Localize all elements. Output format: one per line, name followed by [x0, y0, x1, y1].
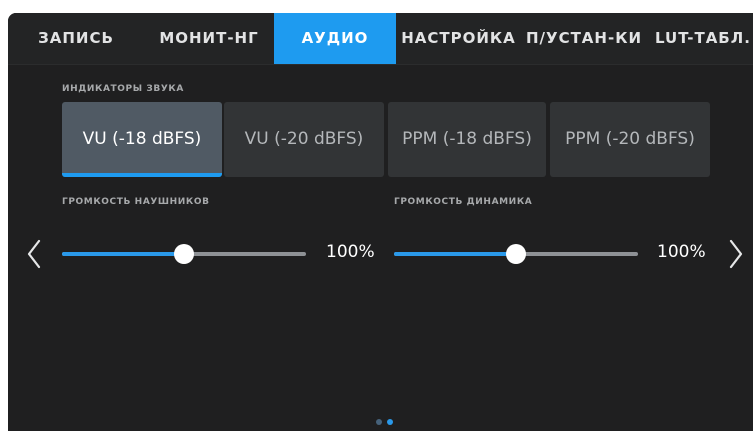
- slider-thumb[interactable]: [174, 244, 194, 264]
- camera-screen: ЗАПИСЬ МОНИТ-НГ АУДИО НАСТРОЙКА П/УСТАН-…: [8, 13, 753, 431]
- tab-audio[interactable]: АУДИО: [274, 13, 396, 64]
- headphone-volume-slider[interactable]: [62, 244, 306, 264]
- slider-fill: [394, 252, 516, 256]
- tab-setup[interactable]: НАСТРОЙКА: [396, 13, 521, 64]
- tab-monitor[interactable]: МОНИТ-НГ: [144, 13, 274, 64]
- selected-indicator: [62, 173, 222, 177]
- page-dot-2-active[interactable]: [387, 419, 393, 425]
- meter-option-label: PPM (-18 dBFS): [402, 129, 532, 149]
- slider-thumb[interactable]: [506, 244, 526, 264]
- meter-option-label: VU (-18 dBFS): [82, 129, 202, 149]
- speaker-volume-label: ГРОМКОСТЬ ДИНАМИКА: [394, 197, 533, 207]
- meter-option-vu-18[interactable]: VU (-18 dBFS): [62, 102, 222, 177]
- speaker-volume-slider[interactable]: [394, 244, 638, 264]
- tab-presets[interactable]: П/УСТАН-КИ: [521, 13, 647, 64]
- tab-bar: ЗАПИСЬ МОНИТ-НГ АУДИО НАСТРОЙКА П/УСТАН-…: [8, 13, 753, 65]
- meter-option-ppm-20[interactable]: PPM (-20 dBFS): [550, 102, 710, 177]
- page-indicator: [376, 419, 400, 427]
- speaker-volume-value: 100%: [657, 242, 706, 262]
- audio-meters-label: ИНДИКАТОРЫ ЗВУКА: [62, 84, 184, 94]
- tab-luts[interactable]: LUT-ТАБЛ.: [647, 13, 753, 64]
- slider-fill: [62, 252, 184, 256]
- headphone-volume-value: 100%: [326, 242, 375, 262]
- meter-option-vu-20[interactable]: VU (-20 dBFS): [224, 102, 384, 177]
- meter-option-label: PPM (-20 dBFS): [565, 129, 695, 149]
- chevron-right-icon[interactable]: [726, 237, 746, 271]
- tab-record[interactable]: ЗАПИСЬ: [8, 13, 144, 64]
- meter-option-label: VU (-20 dBFS): [244, 129, 364, 149]
- headphone-volume-label: ГРОМКОСТЬ НАУШНИКОВ: [62, 197, 210, 207]
- chevron-left-icon[interactable]: [24, 237, 44, 271]
- page-dot-1[interactable]: [376, 419, 382, 425]
- meter-option-ppm-18[interactable]: PPM (-18 dBFS): [388, 102, 546, 177]
